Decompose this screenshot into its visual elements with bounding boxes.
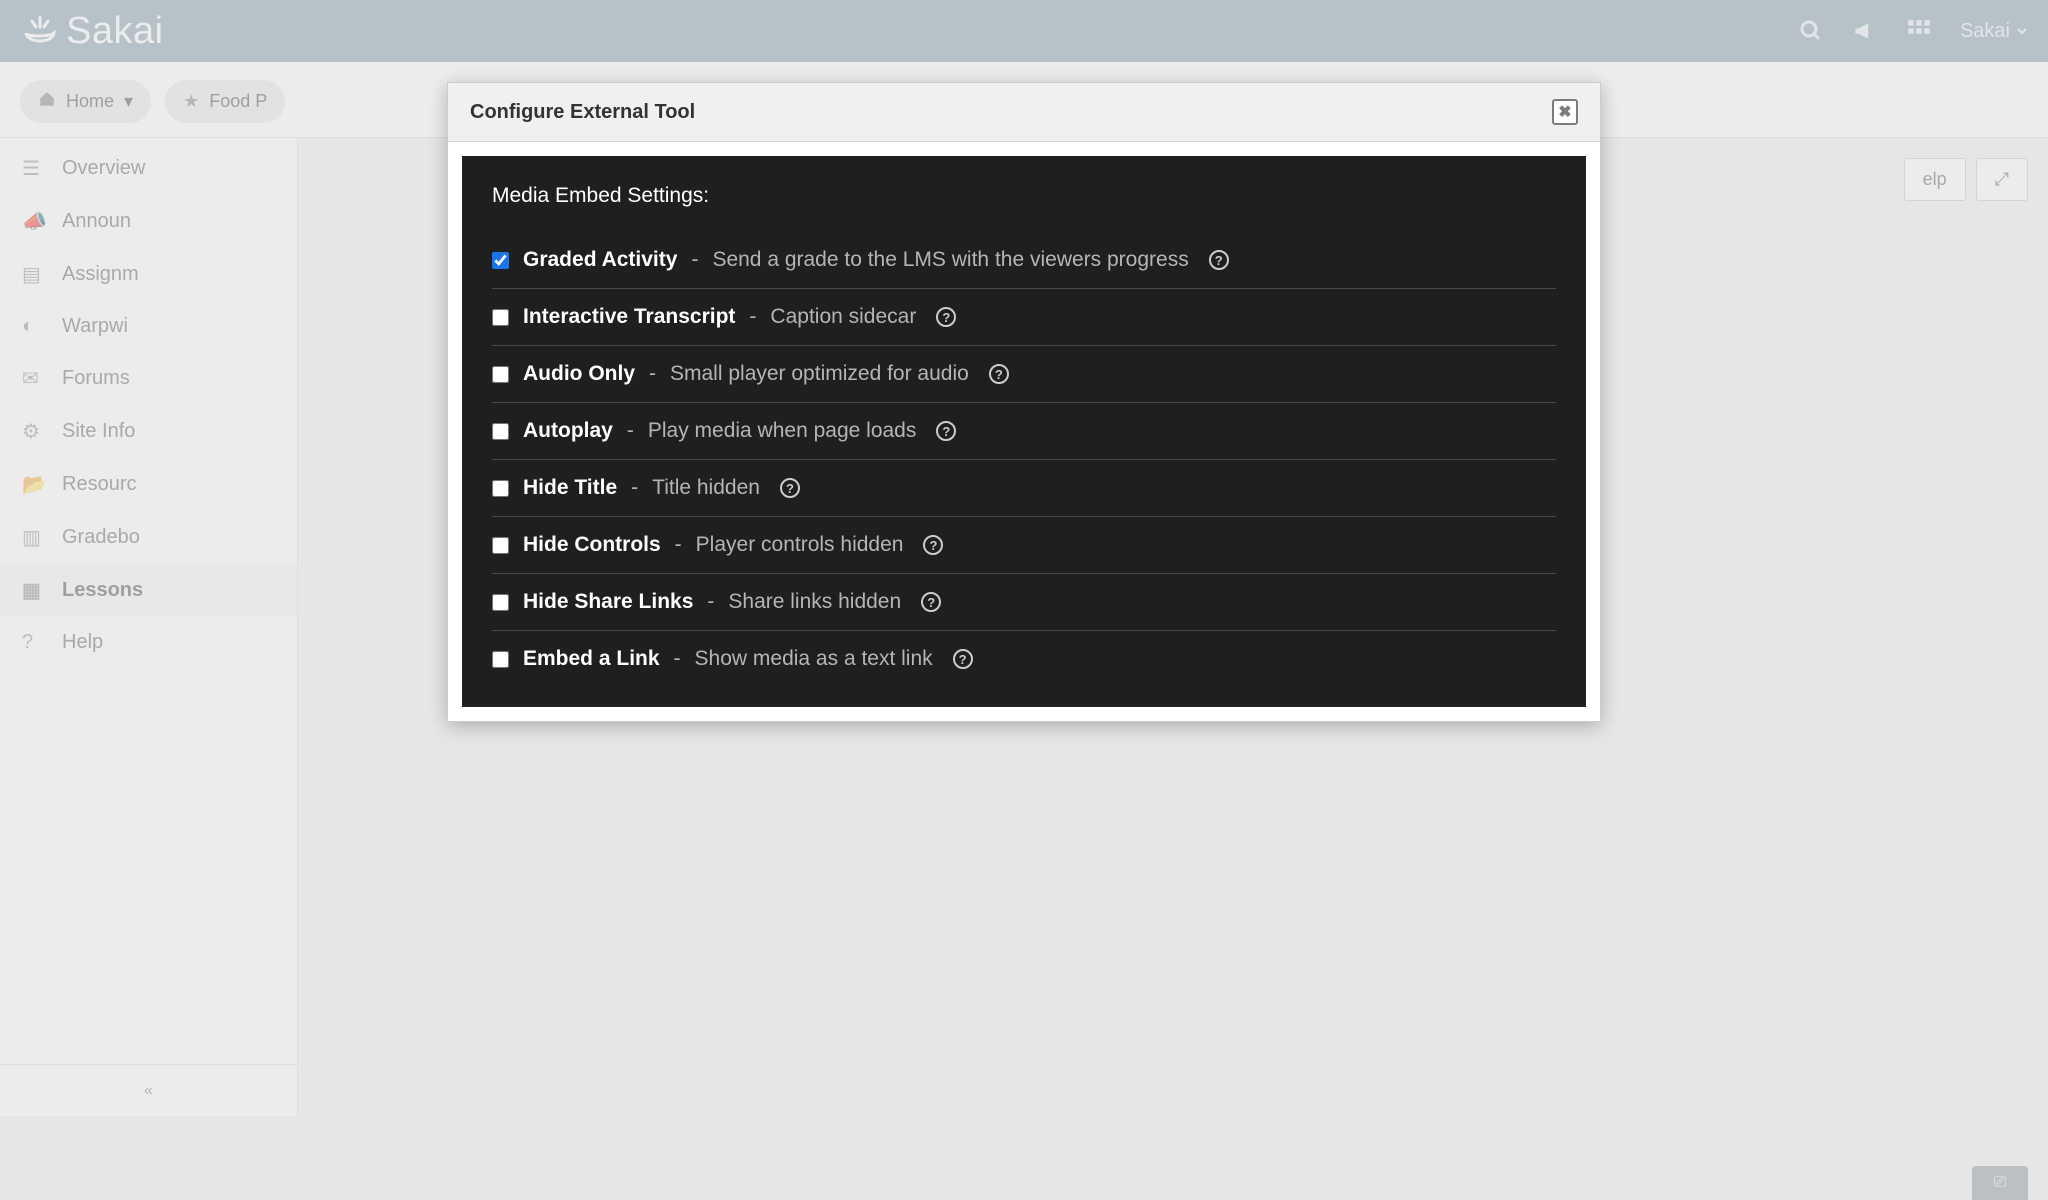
option-description: Player controls hidden	[696, 533, 904, 557]
option-separator: -	[631, 476, 638, 500]
option-checkbox[interactable]	[492, 651, 509, 668]
option-checkbox[interactable]	[492, 480, 509, 497]
option-checkbox[interactable]	[492, 594, 509, 611]
modal-header: Configure External Tool ✖	[448, 83, 1600, 142]
help-icon[interactable]: ?	[936, 307, 956, 327]
help-icon[interactable]: ?	[923, 535, 943, 555]
option-description: Caption sidecar	[770, 305, 916, 329]
option-row: Hide Share Links - Share links hidden?	[492, 574, 1556, 631]
help-icon[interactable]: ?	[780, 478, 800, 498]
option-row: Audio Only - Small player optimized for …	[492, 346, 1556, 403]
help-icon[interactable]: ?	[936, 421, 956, 441]
help-icon[interactable]: ?	[921, 592, 941, 612]
help-icon[interactable]: ?	[989, 364, 1009, 384]
option-description: Share links hidden	[728, 590, 901, 614]
option-checkbox[interactable]	[492, 423, 509, 440]
option-description: Title hidden	[652, 476, 760, 500]
option-description: Show media as a text link	[695, 647, 933, 671]
option-separator: -	[691, 248, 698, 272]
option-checkbox[interactable]	[492, 252, 509, 269]
close-button[interactable]: ✖	[1552, 99, 1578, 125]
option-label: Interactive Transcript	[523, 305, 735, 329]
option-description: Send a grade to the LMS with the viewers…	[712, 248, 1188, 272]
option-separator: -	[675, 533, 682, 557]
option-separator: -	[627, 419, 634, 443]
option-label: Audio Only	[523, 362, 635, 386]
option-label: Hide Title	[523, 476, 617, 500]
option-row: Hide Title - Title hidden?	[492, 460, 1556, 517]
option-label: Hide Controls	[523, 533, 661, 557]
help-icon[interactable]: ?	[1209, 250, 1229, 270]
configure-external-tool-modal: Configure External Tool ✖ Media Embed Se…	[447, 82, 1601, 722]
option-label: Autoplay	[523, 419, 613, 443]
option-label: Hide Share Links	[523, 590, 693, 614]
option-description: Small player optimized for audio	[670, 362, 969, 386]
option-description: Play media when page loads	[648, 419, 917, 443]
option-separator: -	[674, 647, 681, 671]
option-row: Hide Controls - Player controls hidden?	[492, 517, 1556, 574]
media-embed-settings-panel: Media Embed Settings: Graded Activity - …	[462, 156, 1586, 707]
option-separator: -	[649, 362, 656, 386]
option-row: Autoplay - Play media when page loads?	[492, 403, 1556, 460]
option-checkbox[interactable]	[492, 309, 509, 326]
option-separator: -	[749, 305, 756, 329]
modal-title: Configure External Tool	[470, 101, 695, 124]
help-icon[interactable]: ?	[953, 649, 973, 669]
option-label: Graded Activity	[523, 248, 677, 272]
option-label: Embed a Link	[523, 647, 660, 671]
option-separator: -	[707, 590, 714, 614]
modal-body: Media Embed Settings: Graded Activity - …	[448, 142, 1600, 721]
close-icon: ✖	[1558, 102, 1571, 122]
option-row: Graded Activity - Send a grade to the LM…	[492, 232, 1556, 289]
option-row: Interactive Transcript - Caption sidecar…	[492, 289, 1556, 346]
option-checkbox[interactable]	[492, 537, 509, 554]
option-checkbox[interactable]	[492, 366, 509, 383]
option-row: Embed a Link - Show media as a text link…	[492, 631, 1556, 687]
panel-heading: Media Embed Settings:	[492, 184, 1556, 208]
